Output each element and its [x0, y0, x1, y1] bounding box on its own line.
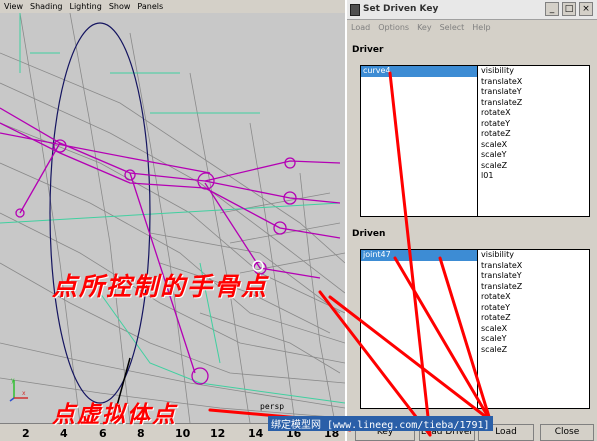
- driver-attribute-item[interactable]: rotateX: [479, 108, 590, 119]
- maximize-icon[interactable]: □: [562, 2, 576, 16]
- ruler-label: 10: [175, 427, 191, 440]
- sdk-title: Set Driven Key: [363, 4, 439, 14]
- driven-attribute-item[interactable]: rotateZ: [479, 313, 590, 324]
- driven-attribute-item[interactable]: rotateY: [479, 303, 590, 314]
- driver-attribute-item[interactable]: scaleX: [479, 140, 590, 151]
- driver-attribute-item[interactable]: translateZ: [479, 98, 590, 109]
- driven-attribute-item[interactable]: scaleY: [479, 334, 590, 345]
- maya-viewport[interactable]: View Shading Lighting Show Panels y x pe…: [0, 0, 345, 441]
- screen: View Shading Lighting Show Panels y x pe…: [0, 0, 597, 441]
- menu-lighting[interactable]: Lighting: [69, 0, 101, 13]
- driven-attribute-item[interactable]: scaleZ: [479, 345, 590, 356]
- menu-options[interactable]: Options: [378, 21, 409, 35]
- menu-select[interactable]: Select: [440, 21, 465, 35]
- driven-attribute-item[interactable]: translateY: [479, 271, 590, 282]
- driver-attribute-item[interactable]: rotateZ: [479, 129, 590, 140]
- driven-lists: joint47 visibility translateX translateY tr…: [360, 249, 590, 409]
- camera-label: persp: [260, 402, 285, 411]
- annotation-hand-joint: 点所控制的手骨点: [52, 272, 269, 301]
- ruler-label: 14: [248, 427, 264, 440]
- menu-load[interactable]: Load: [351, 21, 370, 35]
- driven-attribute-item[interactable]: translateZ: [479, 282, 590, 293]
- driver-attribute-item[interactable]: translateX: [479, 77, 590, 88]
- close-icon[interactable]: ×: [579, 2, 593, 16]
- driver-object-list[interactable]: curve4: [361, 66, 478, 216]
- menu-shading[interactable]: Shading: [30, 0, 63, 13]
- set-driven-key-window: Set Driven Key _ □ × Load Options Key Se…: [345, 0, 597, 441]
- close-button[interactable]: Close: [540, 424, 594, 441]
- driven-attribute-item[interactable]: visibility: [479, 250, 590, 261]
- annotation-locator: 点虚拟体点: [52, 401, 177, 428]
- viewport-canvas[interactable]: [0, 13, 345, 423]
- driven-section-label: Driven: [352, 229, 386, 239]
- axis-gizmo: y x: [9, 377, 28, 402]
- driver-attribute-list[interactable]: visibility translateX translateY translateZ…: [479, 66, 590, 216]
- menu-panels[interactable]: Panels: [137, 0, 163, 13]
- minimize-icon[interactable]: _: [545, 2, 559, 16]
- ruler-label: 2: [22, 427, 30, 440]
- driver-attribute-item[interactable]: translateY: [479, 87, 590, 98]
- watermark: 绑定模型网 [www.lineeg.com/tieba/1791]: [268, 416, 493, 431]
- driver-lists: curve4 visibility translateX translateY tra…: [360, 65, 590, 217]
- svg-text:y: y: [11, 377, 15, 384]
- driver-attribute-item[interactable]: l01: [479, 171, 590, 182]
- driven-attribute-item[interactable]: rotateX: [479, 292, 590, 303]
- sdk-titlebar[interactable]: Set Driven Key _ □ ×: [347, 0, 597, 20]
- driven-attribute-list[interactable]: visibility translateX translateY translateZ…: [479, 250, 590, 408]
- driven-object-item[interactable]: joint47: [361, 250, 477, 261]
- ruler-label: 12: [210, 427, 226, 440]
- driver-attribute-item[interactable]: scaleY: [479, 150, 590, 161]
- menu-view[interactable]: View: [4, 0, 23, 13]
- menu-help[interactable]: Help: [472, 21, 490, 35]
- sdk-menubar: Load Options Key Select Help: [347, 21, 597, 35]
- driver-attribute-item[interactable]: scaleZ: [479, 161, 590, 172]
- window-icon: [350, 4, 360, 16]
- driver-object-item[interactable]: curve4: [361, 66, 477, 77]
- driven-object-list[interactable]: joint47: [361, 250, 478, 408]
- viewport-menubar: View Shading Lighting Show Panels: [0, 0, 345, 13]
- driver-section-label: Driver: [352, 45, 384, 55]
- menu-key[interactable]: Key: [417, 21, 432, 35]
- driven-attribute-item[interactable]: scaleX: [479, 324, 590, 335]
- svg-text:x: x: [22, 390, 26, 397]
- driver-attribute-item[interactable]: visibility: [479, 66, 590, 77]
- driver-attribute-item[interactable]: rotateY: [479, 119, 590, 130]
- menu-show[interactable]: Show: [109, 0, 131, 13]
- driven-attribute-item[interactable]: translateX: [479, 261, 590, 272]
